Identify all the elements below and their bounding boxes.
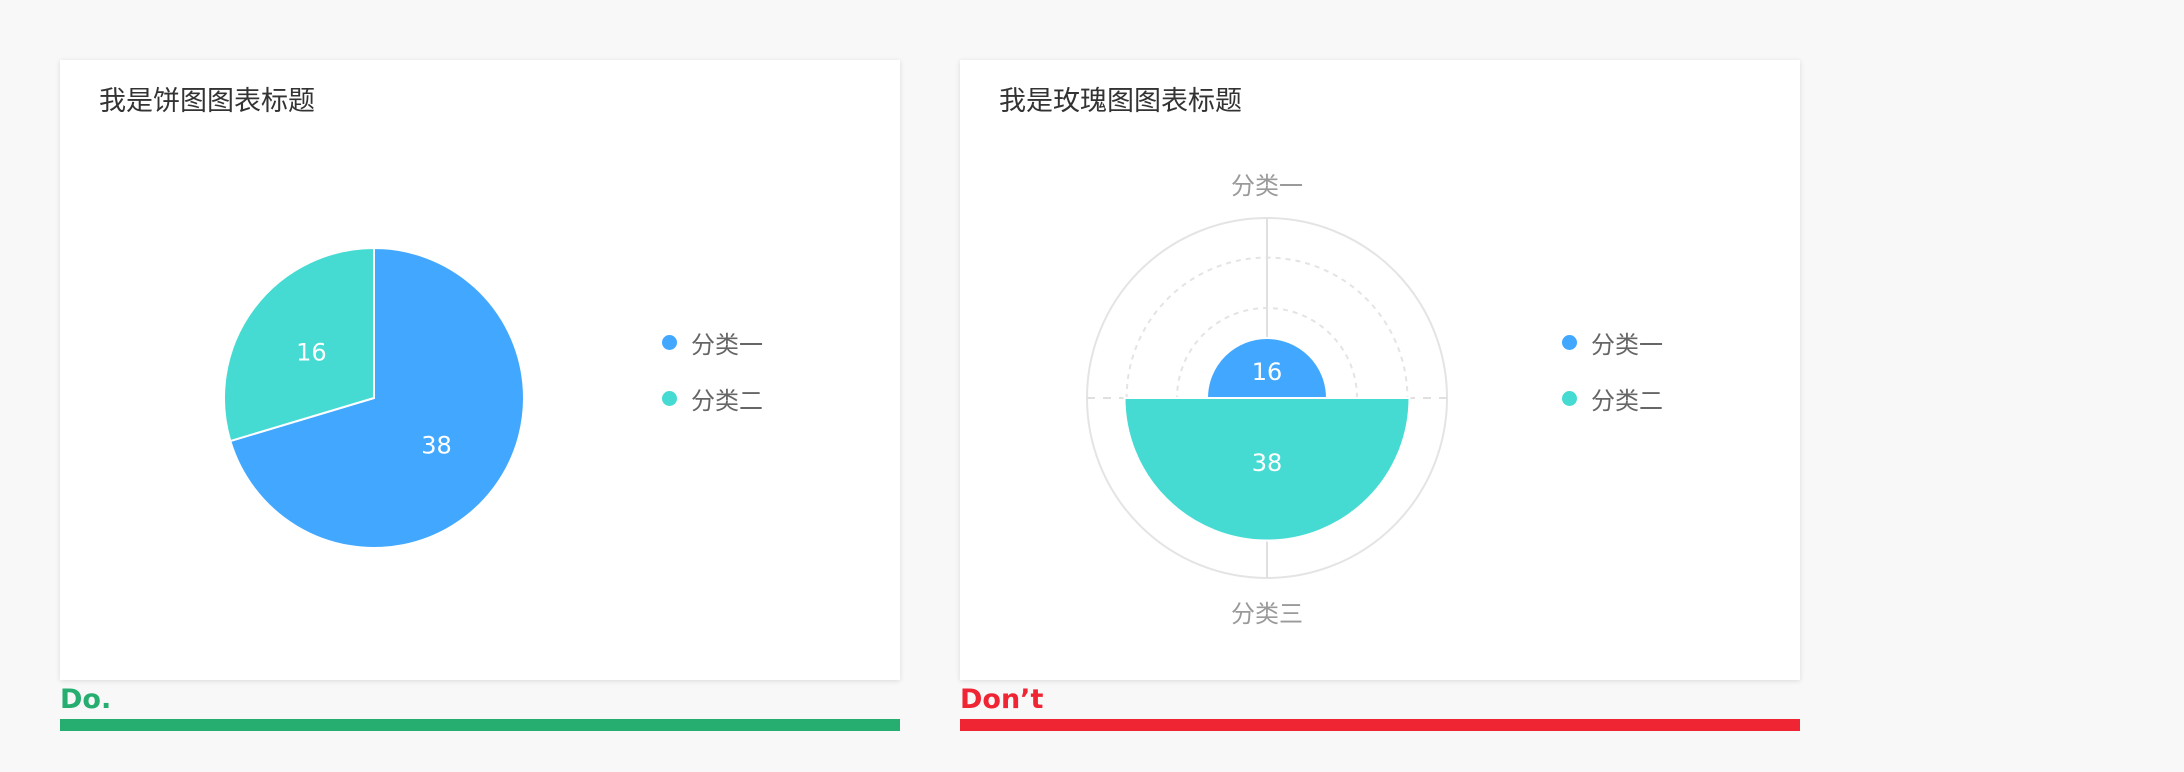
rose-data-label: 38 [1252, 449, 1283, 477]
pie-legend-item-1[interactable]: 分类一 [662, 324, 763, 360]
pie-legend: 分类一 分类二 [662, 324, 763, 436]
dont-caption: Don’t [960, 684, 1044, 715]
rose-data-label: 16 [1252, 358, 1283, 386]
legend-label: 分类一 [691, 330, 763, 359]
do-bar [60, 719, 900, 731]
pie-data-label: 16 [296, 338, 327, 366]
legend-label: 分类二 [691, 386, 763, 415]
legend-label: 分类一 [1591, 330, 1663, 359]
pie-chart: 38 16 [223, 246, 525, 549]
legend-dot-icon [1562, 390, 1577, 406]
legend-dot-icon [662, 390, 677, 406]
rose-chart: 16 38 分类一分类三 [1086, 172, 1448, 628]
pie-data-label: 38 [421, 432, 452, 460]
angle-axis-label: 分类一 [1231, 172, 1303, 200]
page: 我是饼图图表标题 38 16 分类一 分类二 我是玫瑰图图表标题 16 38 分类一分… [0, 0, 2184, 772]
pie-chart-card: 我是饼图图表标题 38 16 分类一 分类二 [60, 60, 900, 680]
legend-dot-icon [1562, 334, 1577, 350]
rose-legend: 分类一 分类二 [1562, 324, 1663, 436]
angle-axis-label: 分类三 [1231, 600, 1303, 628]
rose-chart-card: 我是玫瑰图图表标题 16 38 分类一 分类三 分类一 分类二 [960, 60, 1800, 680]
do-caption: Do. [60, 684, 112, 715]
dont-bar [960, 719, 1800, 731]
legend-label: 分类二 [1591, 386, 1663, 415]
rose-legend-item-1[interactable]: 分类一 [1562, 324, 1663, 360]
pie-legend-item-2[interactable]: 分类二 [662, 380, 763, 416]
rose-legend-item-2[interactable]: 分类二 [1562, 380, 1663, 416]
legend-dot-icon [662, 334, 677, 350]
